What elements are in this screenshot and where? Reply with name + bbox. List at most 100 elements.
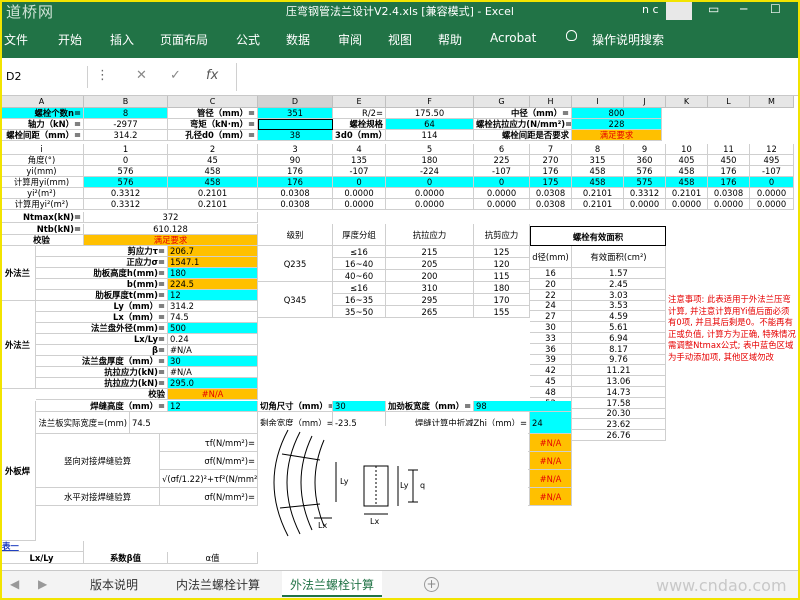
weld2-value-0[interactable]: 74.5 xyxy=(130,412,258,434)
cell-r3-7[interactable]: 满足要求 xyxy=(572,130,662,141)
cell-row_y2-5[interactable]: 0.0000 xyxy=(386,188,474,199)
column-header[interactable]: A xyxy=(0,96,84,108)
cell-row_ang-6[interactable]: 225 xyxy=(474,155,530,166)
cell-row_y-3[interactable]: 176 xyxy=(258,166,333,177)
table-link[interactable]: 表一 xyxy=(0,541,84,552)
cell-r3-4[interactable]: 3d0（mm）= xyxy=(333,130,386,141)
cell-r2-5[interactable]: 64 xyxy=(386,119,474,130)
weld-check-value-3[interactable]: #N/A xyxy=(530,488,572,506)
column-header[interactable]: B xyxy=(84,96,168,108)
cell-row_cy-8[interactable]: 458 xyxy=(572,177,624,188)
cell-row_y-8[interactable]: 458 xyxy=(572,166,624,177)
tab-formulas[interactable]: 公式 xyxy=(236,31,260,48)
cell-row_idx-6[interactable]: 6 xyxy=(474,144,530,155)
sheet-tab-inner-flange[interactable]: 内法兰螺栓计算 xyxy=(168,571,268,597)
tab-review[interactable]: 审阅 xyxy=(338,31,362,48)
cell-row_y2-1[interactable]: 0.3312 xyxy=(84,188,168,199)
ribbon-display-icon[interactable]: ▭ xyxy=(708,2,719,16)
cell-row_y2-2[interactable]: 0.2101 xyxy=(168,188,258,199)
cell-row_cy2-11[interactable]: 0.0000 xyxy=(708,199,750,210)
plate-value-2[interactable]: 500 xyxy=(168,323,258,334)
cell-row_cy2-0[interactable]: 计算用yi²(m²) xyxy=(0,199,84,210)
cell-row_y2-8[interactable]: 0.2101 xyxy=(572,188,624,199)
tab-home[interactable]: 开始 xyxy=(58,31,82,48)
rib-value-0[interactable]: 206.7 xyxy=(168,246,258,257)
cancel-icon[interactable]: ✕ xyxy=(136,68,147,83)
cell-row_cy-0[interactable]: 计算用yi(mm) xyxy=(0,177,84,188)
rib-value-2[interactable]: 180 xyxy=(168,268,258,279)
account-name[interactable]: n c xyxy=(642,3,659,16)
add-sheet-icon[interactable]: + xyxy=(424,577,439,592)
formula-input[interactable] xyxy=(236,63,796,91)
cell-row_cy-7[interactable]: 175 xyxy=(530,177,572,188)
cell-r1-0[interactable]: 螺栓个数n= xyxy=(0,108,84,119)
cell-r2-1[interactable]: -2977 xyxy=(84,119,168,130)
cell-row_cy2-8[interactable]: 0.2101 xyxy=(572,199,624,210)
cell-row_ang-2[interactable]: 45 xyxy=(168,155,258,166)
cell-row_ang-1[interactable]: 0 xyxy=(84,155,168,166)
cell-row_ang-10[interactable]: 405 xyxy=(666,155,708,166)
plate-value-3[interactable]: 0.24 xyxy=(168,334,258,345)
cell-row_idx-12[interactable]: 12 xyxy=(750,144,794,155)
cell-row_cy-9[interactable]: 575 xyxy=(624,177,666,188)
column-header[interactable]: C xyxy=(168,96,258,108)
cell-row_idx-1[interactable]: 1 xyxy=(84,144,168,155)
cell-row_cy-10[interactable]: 458 xyxy=(666,177,708,188)
cell-row_y2-4[interactable]: 0.0000 xyxy=(333,188,386,199)
column-header[interactable]: M xyxy=(750,96,794,108)
cell-row_idx-2[interactable]: 2 xyxy=(168,144,258,155)
cell-row_y-9[interactable]: 576 xyxy=(624,166,666,177)
plate-value-5[interactable]: 30 xyxy=(168,356,258,367)
weld-check-value-0[interactable]: #N/A xyxy=(530,434,572,452)
scroll-right-icon[interactable]: ▶ xyxy=(38,577,47,591)
cell-row_ang-9[interactable]: 360 xyxy=(624,155,666,166)
minimize-icon[interactable]: ─ xyxy=(740,2,747,16)
cell-row_ang-12[interactable]: 495 xyxy=(750,155,794,166)
plate-value-7[interactable]: 295.0 xyxy=(168,378,258,389)
column-header[interactable]: E xyxy=(333,96,386,108)
weld-check-value-2[interactable]: #N/A xyxy=(530,470,572,488)
tab-help[interactable]: 帮助 xyxy=(438,31,462,48)
cell-row_idx-7[interactable]: 7 xyxy=(530,144,572,155)
avatar[interactable] xyxy=(666,0,692,20)
worksheet-grid[interactable]: A B C D E F G H I J K L M 螺栓个数n= 8 管径（mm）= 351 R/2= 175.50… xyxy=(0,96,800,570)
cell-row_cy-6[interactable]: 0 xyxy=(474,177,530,188)
column-header[interactable]: H xyxy=(530,96,572,108)
cell-row_cy-4[interactable]: 0 xyxy=(333,177,386,188)
cell-row_cy2-4[interactable]: 0.0000 xyxy=(333,199,386,210)
plate-value-6[interactable]: #N/A xyxy=(168,367,258,378)
cell-r2-4[interactable]: 螺栓规格 xyxy=(333,119,386,130)
column-header[interactable]: F xyxy=(386,96,474,108)
plate-value-0[interactable]: 314.2 xyxy=(168,301,258,312)
cell-row_y2-7[interactable]: 0.0308 xyxy=(530,188,572,199)
cell-row_y2-12[interactable]: 0.0000 xyxy=(750,188,794,199)
cell-r1-7[interactable]: 800 xyxy=(572,108,662,119)
cell-row_cy-12[interactable]: 0 xyxy=(750,177,794,188)
ntb-value[interactable]: 610.128 xyxy=(84,224,258,235)
cell-row_cy2-6[interactable]: 0.0000 xyxy=(474,199,530,210)
cell-r2-3[interactable] xyxy=(258,119,333,130)
cell-row_idx-11[interactable]: 11 xyxy=(708,144,750,155)
cell-row_ang-8[interactable]: 315 xyxy=(572,155,624,166)
cell-row_ang-3[interactable]: 90 xyxy=(258,155,333,166)
more-options-icon[interactable]: ⋮ xyxy=(96,68,109,83)
cell-row_ang-5[interactable]: 180 xyxy=(386,155,474,166)
tab-file[interactable]: 文件 xyxy=(4,31,28,48)
weld1-value-1[interactable]: 30 xyxy=(333,401,386,412)
cell-row_idx-9[interactable]: 9 xyxy=(624,144,666,155)
cell-row_idx-0[interactable]: i xyxy=(0,144,84,155)
cell-r3-5[interactable]: 114 xyxy=(386,130,474,141)
cell-row_y2-0[interactable]: yi²(m²) xyxy=(0,188,84,199)
scroll-left-icon[interactable]: ◀ xyxy=(10,577,19,591)
column-header[interactable]: L xyxy=(708,96,750,108)
cell-row_idx-8[interactable]: 8 xyxy=(572,144,624,155)
sheet-tab-outer-flange[interactable]: 外法兰螺栓计算 xyxy=(282,571,383,597)
cell-row_cy-1[interactable]: 576 xyxy=(84,177,168,188)
plate-value-1[interactable]: 74.5 xyxy=(168,312,258,323)
tell-me-search[interactable]: 操作说明搜索 xyxy=(592,31,664,48)
cell-row_cy-3[interactable]: 176 xyxy=(258,177,333,188)
cell-r3-0[interactable]: 螺栓间距（mm）= xyxy=(0,130,84,141)
cell-row_y-11[interactable]: 176 xyxy=(708,166,750,177)
cell-row_y-12[interactable]: -107 xyxy=(750,166,794,177)
sheet-tab-version[interactable]: 版本说明 xyxy=(82,571,146,597)
